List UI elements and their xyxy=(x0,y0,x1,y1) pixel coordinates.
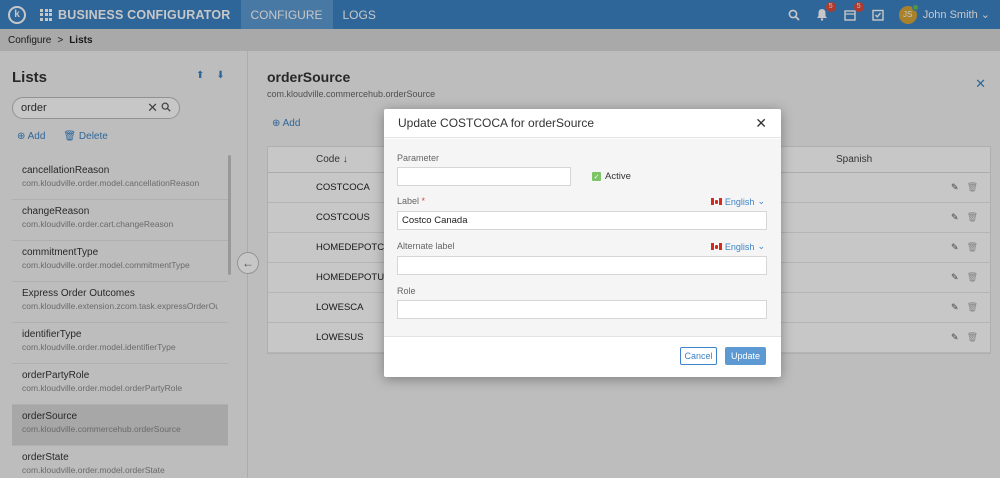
chevron-down-icon: ⌄ xyxy=(757,241,765,251)
language-select[interactable]: English ⌄ xyxy=(710,196,765,207)
language-label: English xyxy=(724,241,755,252)
active-toggle[interactable]: ✓ Active xyxy=(592,171,631,182)
alternate-label-input[interactable] xyxy=(397,256,767,275)
active-label: Active xyxy=(605,171,631,182)
role-label: Role xyxy=(397,286,416,296)
required-mark: * xyxy=(421,196,426,206)
close-dialog-icon[interactable]: ✕ xyxy=(755,115,767,132)
cancel-button[interactable]: Cancel xyxy=(680,347,717,365)
active-checkbox-icon[interactable]: ✓ xyxy=(592,172,601,181)
label-input[interactable] xyxy=(397,211,767,230)
update-button[interactable]: Update xyxy=(725,347,766,365)
alt-language-select[interactable]: English ⌄ xyxy=(710,241,765,252)
role-input[interactable] xyxy=(397,300,767,319)
label-field-label: Label * xyxy=(397,196,425,206)
language-label: English xyxy=(724,196,755,207)
parameter-label: Parameter xyxy=(397,153,440,163)
label-field-text: Label xyxy=(397,196,420,206)
chevron-down-icon: ⌄ xyxy=(757,196,765,206)
update-dialog: Update COSTCOCA for orderSource ✕ Parame… xyxy=(384,109,781,377)
canada-flag-icon xyxy=(710,243,722,250)
parameter-input[interactable] xyxy=(397,167,571,186)
canada-flag-icon xyxy=(710,198,722,205)
alternate-label-label: Alternate label xyxy=(397,241,455,251)
dialog-title: Update COSTCOCA for orderSource xyxy=(384,109,781,138)
